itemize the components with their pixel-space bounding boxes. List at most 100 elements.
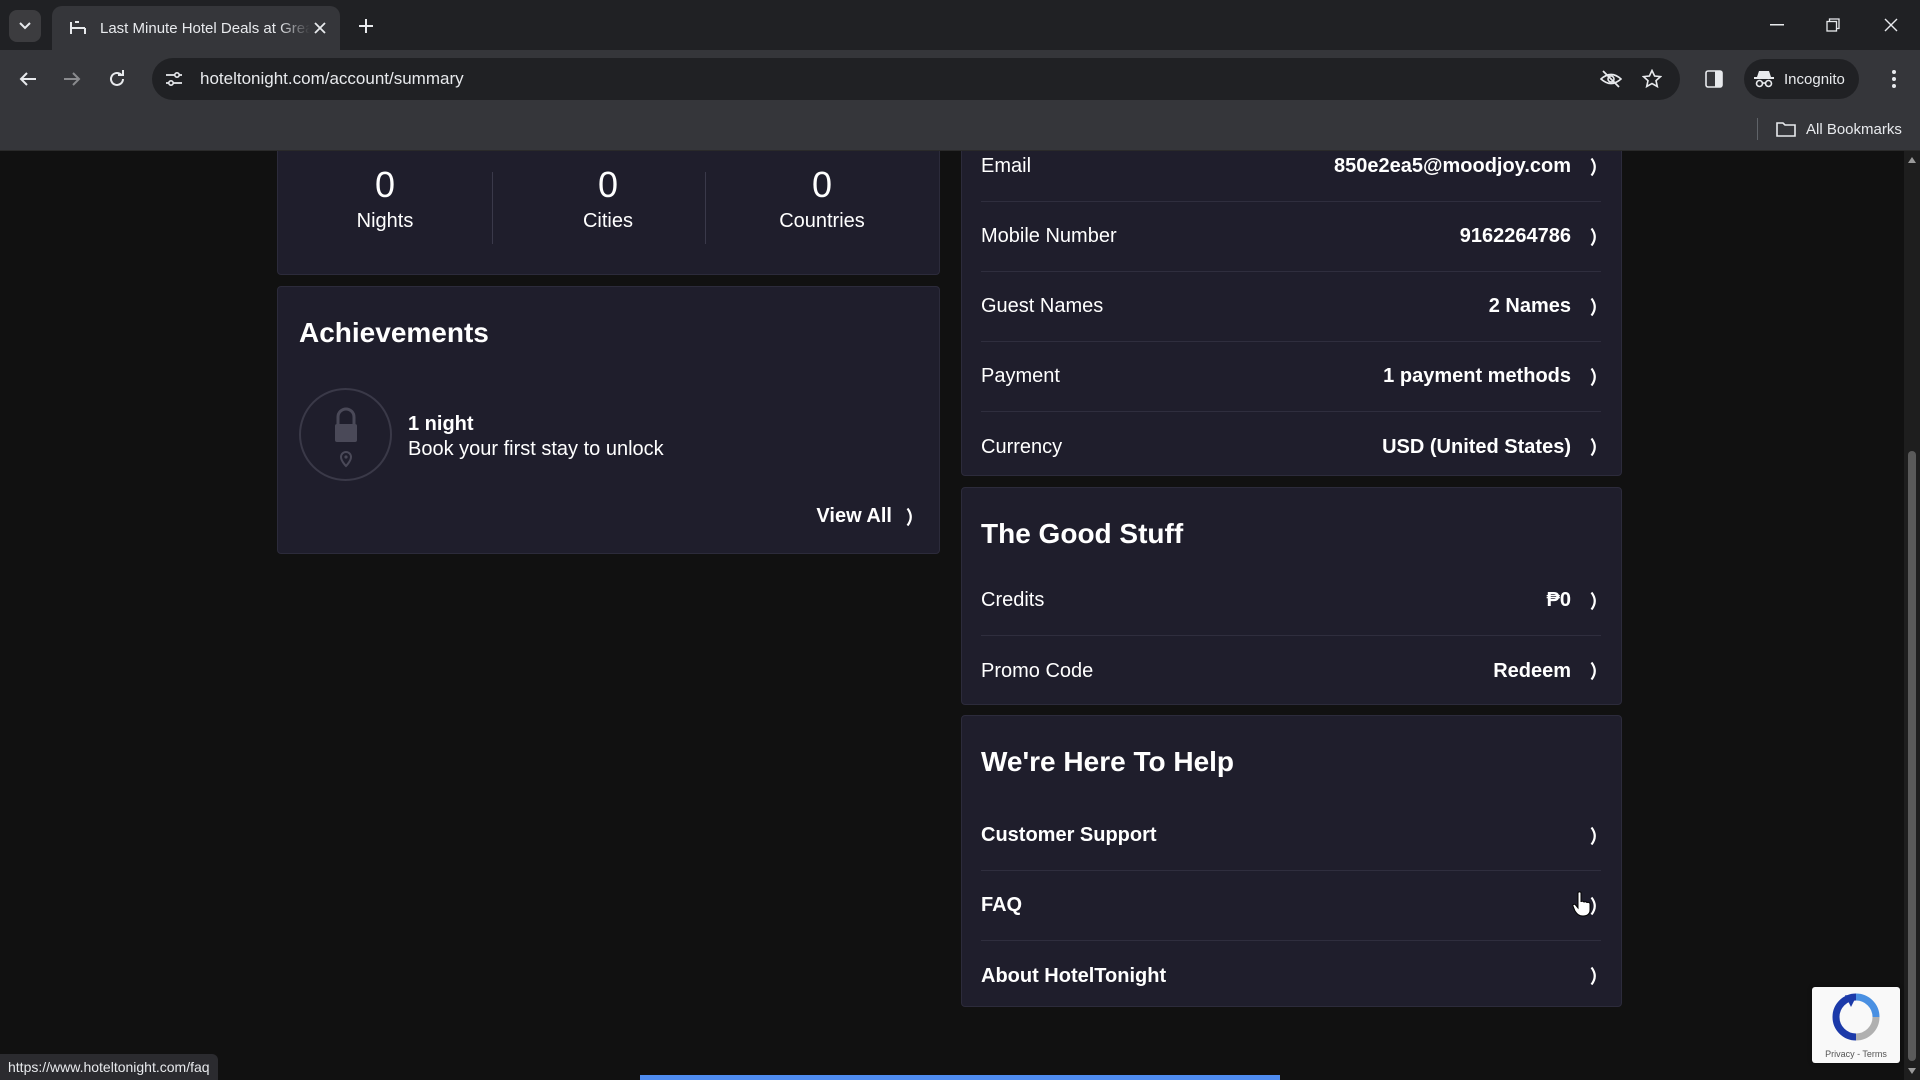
- achievements-card: Achievements 1 night Book your first sta…: [277, 286, 940, 554]
- all-bookmarks-button[interactable]: All Bookmarks: [1776, 116, 1902, 142]
- stat-label: Countries: [779, 210, 865, 232]
- incognito-icon: [1754, 71, 1774, 88]
- stat-label: Cities: [582, 210, 633, 232]
- row-label: Promo Code: [981, 659, 1094, 682]
- page-viewport: 0 Nights 0 Cities 0 Countries Achievemen…: [0, 151, 1904, 1080]
- incognito-label: Incognito: [1784, 70, 1845, 88]
- stat-divider: [705, 172, 706, 244]
- row-label: Email: [981, 155, 1032, 177]
- row-label: Payment: [981, 365, 1060, 387]
- account-row-payment[interactable]: Payment 1 payment methods: [981, 342, 1601, 412]
- browser-toolbar: hoteltonight.com/account/summary Incogni…: [0, 50, 1920, 108]
- active-tab[interactable]: Last Minute Hotel Deals at Great Prices: [52, 6, 340, 50]
- account-row-currency[interactable]: Currency USD (United States): [981, 412, 1601, 482]
- scrollbar-thumb[interactable]: [1908, 451, 1916, 1061]
- row-label: Credits: [981, 589, 1045, 611]
- row-value: 2 Names: [1488, 295, 1571, 317]
- row-value: Redeem: [1493, 659, 1571, 682]
- stat-value: 0: [811, 164, 833, 205]
- folder-icon: [1776, 122, 1796, 137]
- row-value: ₱0: [1546, 589, 1571, 611]
- row-label: Customer Support: [981, 824, 1157, 846]
- travel-stats-card: 0 Nights 0 Cities 0 Countries: [277, 151, 940, 275]
- chevron-right-icon: [1587, 366, 1601, 388]
- close-tab-icon[interactable]: [310, 18, 330, 38]
- row-label: Mobile Number: [981, 225, 1117, 247]
- row-value: 9162264786: [1459, 225, 1571, 247]
- chevron-right-icon: [1587, 226, 1601, 248]
- address-bar[interactable]: hoteltonight.com/account/summary: [152, 58, 1680, 100]
- stat-value: 0: [374, 164, 396, 205]
- help-row-about[interactable]: About HotelTonight: [981, 941, 1601, 1011]
- reload-icon[interactable]: [101, 63, 133, 95]
- good-stuff-title: The Good Stuff: [981, 518, 1184, 549]
- all-bookmarks-label: All Bookmarks: [1806, 120, 1902, 138]
- row-label: Currency: [981, 435, 1063, 458]
- recaptcha-footer[interactable]: Privacy - Terms: [1812, 1049, 1900, 1059]
- view-all-link[interactable]: View All: [816, 505, 915, 528]
- chevron-down-icon: [19, 22, 31, 30]
- row-value: 850e2ea5@moodjoy.com: [1333, 155, 1571, 177]
- chevron-right-icon: [1587, 436, 1601, 458]
- stat-nights: 0 Nights: [278, 162, 492, 233]
- achievements-title: Achievements: [299, 317, 489, 348]
- row-label: FAQ: [981, 894, 1023, 916]
- chevron-right-icon: [1587, 156, 1601, 178]
- good-stuff-row-promo-code[interactable]: Promo Code Redeem: [981, 636, 1601, 706]
- locked-badge: [299, 388, 392, 481]
- minimize-icon[interactable]: [1762, 12, 1792, 38]
- hoteltonight-favicon-icon: [68, 18, 88, 38]
- incognito-indicator[interactable]: Incognito: [1744, 59, 1859, 99]
- row-value: 1 payment methods: [1383, 365, 1571, 387]
- recaptcha-badge[interactable]: Privacy - Terms: [1812, 987, 1900, 1063]
- bookmarks-separator: [1757, 118, 1758, 140]
- stat-label: Nights: [356, 210, 414, 232]
- chevron-right-icon: [1587, 825, 1601, 847]
- tab-strip: Last Minute Hotel Deals at Great Prices: [0, 0, 1920, 50]
- side-panel-icon[interactable]: [1698, 63, 1730, 95]
- row-label: Guest Names: [981, 295, 1104, 317]
- good-stuff-row-credits[interactable]: Credits ₱0: [981, 566, 1601, 636]
- more-menu-icon[interactable]: [1878, 63, 1910, 95]
- bookmark-star-icon[interactable]: [1636, 63, 1668, 95]
- account-row-email[interactable]: Email 850e2ea5@moodjoy.com: [981, 151, 1601, 202]
- bookmarks-bar: All Bookmarks: [0, 108, 1920, 151]
- chevron-right-icon: [1587, 590, 1601, 612]
- forward-arrow-icon[interactable]: [56, 63, 88, 95]
- page-loading-bar: [640, 1075, 1280, 1080]
- help-card: We're Here To Help Customer Support FAQ …: [961, 715, 1622, 1007]
- tab-title: Last Minute Hotel Deals at Great Prices: [100, 19, 310, 37]
- scroll-down-arrow-icon[interactable]: [1908, 1066, 1916, 1076]
- row-value: USD (United States): [1382, 435, 1571, 458]
- back-arrow-icon[interactable]: [12, 63, 44, 95]
- account-row-guest-names[interactable]: Guest Names 2 Names: [981, 272, 1601, 342]
- stat-countries: 0 Countries: [715, 162, 929, 233]
- help-row-faq[interactable]: FAQ: [981, 871, 1601, 941]
- hand-cursor-icon: [1572, 891, 1591, 917]
- row-label: About HotelTonight: [981, 964, 1167, 987]
- achievement-description: Book your first stay to unlock: [408, 438, 664, 460]
- eye-off-icon[interactable]: [1595, 63, 1627, 95]
- chevron-right-icon: [906, 507, 912, 526]
- help-row-customer-support[interactable]: Customer Support: [981, 801, 1601, 871]
- scroll-up-arrow-icon[interactable]: [1908, 155, 1916, 165]
- account-info-card: Email 850e2ea5@moodjoy.com Mobile Number…: [961, 151, 1622, 476]
- view-all-label: View All: [816, 505, 892, 527]
- stat-value: 0: [597, 164, 619, 205]
- tab-search-button[interactable]: [9, 10, 41, 42]
- stat-divider: [492, 172, 493, 244]
- chevron-right-icon: [1587, 660, 1601, 682]
- url-text: hoteltonight.com/account/summary: [200, 69, 464, 88]
- new-tab-plus-icon[interactable]: [354, 14, 378, 38]
- stat-cities: 0 Cities: [501, 162, 715, 233]
- restore-icon[interactable]: [1818, 12, 1848, 38]
- account-row-mobile[interactable]: Mobile Number 9162264786: [981, 202, 1601, 272]
- site-info-icon[interactable]: [158, 63, 190, 95]
- good-stuff-card: The Good Stuff Credits ₱0 Promo Code Red…: [961, 487, 1622, 705]
- help-title: We're Here To Help: [981, 746, 1235, 777]
- lock-icon: [334, 407, 357, 467]
- chevron-right-icon: [1587, 296, 1601, 318]
- chevron-right-icon: [1587, 965, 1601, 987]
- close-window-icon[interactable]: [1876, 12, 1906, 38]
- page-scrollbar[interactable]: [1904, 151, 1920, 1080]
